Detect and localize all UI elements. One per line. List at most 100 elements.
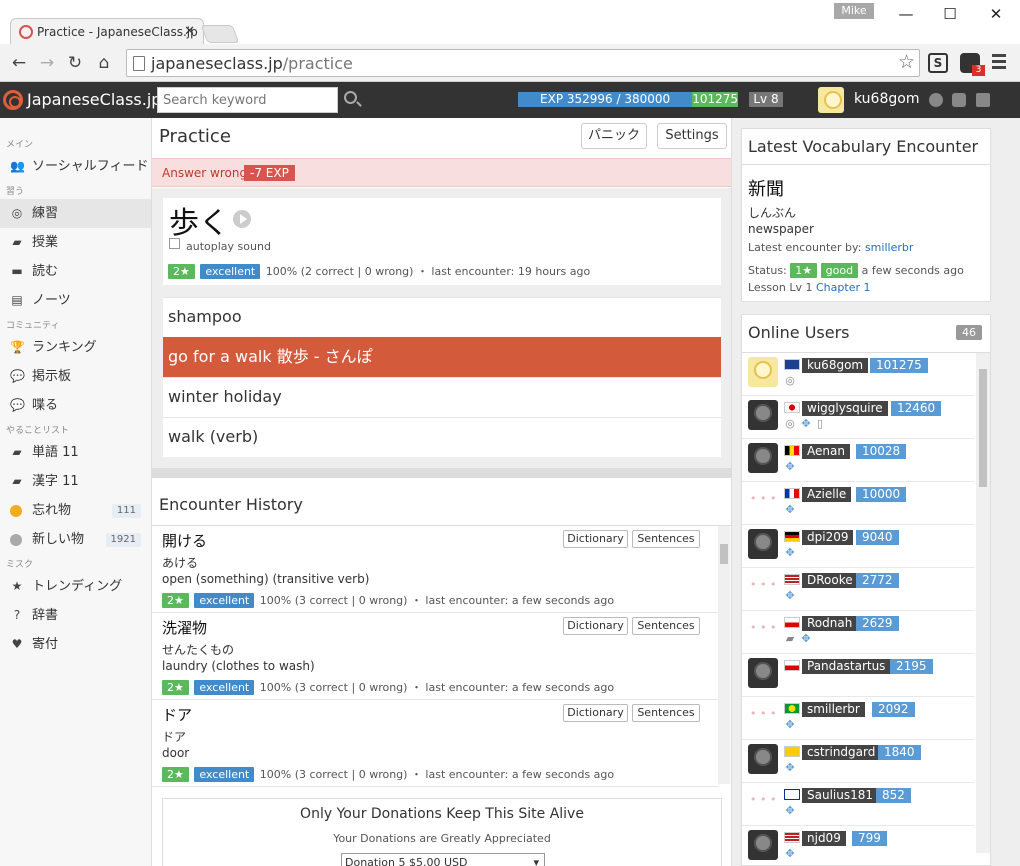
history-meaning: open (something) (transitive verb)	[162, 572, 370, 586]
sidebar-item-trending[interactable]: ★ トレンディング	[0, 572, 151, 601]
answer-choice-selected[interactable]: go for a walk 散歩 - さんぽ	[163, 337, 721, 377]
extension-s-icon[interactable]: S	[928, 53, 948, 73]
sentences-button[interactable]: Sentences	[632, 704, 700, 722]
online-user-row[interactable]: dpi209 9040 ✥	[742, 525, 974, 568]
online-user-row[interactable]: cstrindgard 1840 ✥	[742, 740, 974, 783]
sidebar-item-ranking[interactable]: 🏆 ランキング	[0, 333, 151, 362]
online-username[interactable]: Rodnah	[802, 616, 858, 631]
online-username[interactable]: dpi209	[802, 530, 854, 545]
flag-cz-icon	[784, 617, 800, 628]
sentences-button[interactable]: Sentences	[632, 530, 700, 548]
history-scrollbar[interactable]	[718, 526, 730, 784]
online-user-row[interactable]: Azielle 10000 ✥	[742, 482, 974, 525]
browser-menu-icon[interactable]	[992, 54, 1006, 72]
online-username[interactable]: Azielle	[802, 487, 852, 502]
sidebar-item-label: 喋る	[32, 398, 59, 413]
user-points: 2195	[890, 659, 933, 674]
brand-name[interactable]: JapaneseClass.jp	[27, 90, 161, 109]
logo-icon[interactable]	[3, 90, 23, 110]
online-username[interactable]: Aenan	[802, 444, 850, 459]
sidebar-item-words[interactable]: ▰ 単語 11	[0, 438, 151, 467]
sidebar-item-forgotten[interactable]: 忘れ物 111	[0, 496, 151, 525]
online-username[interactable]: Pandastartus	[802, 659, 891, 674]
online-username[interactable]: smillerbr	[802, 702, 865, 717]
close-window-icon[interactable]: ✕	[981, 4, 1011, 24]
answer-choice[interactable]: walk (verb)	[163, 417, 721, 457]
history-stats: 2★ excellent 100% (3 correct | 0 wrong) …	[162, 679, 614, 695]
forward-icon[interactable]: →	[36, 52, 58, 74]
move-icon: ✥	[801, 417, 811, 430]
lesson-label: Lesson Lv 1	[748, 281, 813, 294]
dictionary-button[interactable]: Dictionary	[563, 617, 628, 635]
dictionary-button[interactable]: Dictionary	[563, 704, 628, 722]
online-user-row[interactable]: smillerbr 2092 ✥	[742, 697, 974, 740]
status-circle-icon[interactable]	[929, 93, 943, 107]
bookmark-star-icon[interactable]: ☆	[898, 51, 915, 73]
scrollbar-thumb[interactable]	[720, 544, 728, 564]
header-username[interactable]: ku68gom	[854, 91, 919, 107]
donation-select[interactable]: Donation 5 $5.00 USD ▾	[341, 853, 545, 866]
sidebar-item-lessons[interactable]: ▰ 授業	[0, 228, 151, 257]
count-badge: 111	[111, 504, 141, 518]
back-icon[interactable]: ←	[8, 52, 30, 74]
online-users-scrollbar[interactable]	[976, 353, 990, 853]
search-input[interactable]	[157, 87, 338, 113]
online-user-row[interactable]: Rodnah 2629 ▰ ✥	[742, 611, 974, 654]
online-user-row[interactable]: Saulius181 852 ✥	[742, 783, 974, 826]
gear-icon[interactable]	[952, 93, 966, 107]
online-username[interactable]: wigglysquire	[802, 401, 888, 416]
sidebar-item-dictionary[interactable]: ? 辞書	[0, 601, 151, 630]
online-user-row[interactable]: ku68gom 101275 ◎	[742, 353, 974, 396]
sentences-button[interactable]: Sentences	[632, 617, 700, 635]
vocab-meaning: newspaper	[748, 222, 814, 236]
online-username[interactable]: DRooke	[802, 573, 858, 588]
reload-icon[interactable]: ↻	[64, 52, 86, 74]
online-username[interactable]: ku68gom	[802, 358, 869, 373]
play-sound-icon[interactable]	[233, 210, 251, 228]
online-username[interactable]: Saulius181	[802, 788, 879, 803]
panic-button[interactable]: パニック	[581, 123, 647, 149]
online-user-row[interactable]: Aenan 10028 ✥	[742, 439, 974, 482]
answer-choice[interactable]: shampoo	[163, 297, 721, 337]
maximize-icon[interactable]: ☐	[935, 4, 965, 24]
sidebar-item-kanji[interactable]: ▰ 漢字 11	[0, 467, 151, 496]
home-icon[interactable]: ⌂	[93, 52, 115, 74]
sidebar-item-donate[interactable]: ♥ 寄付	[0, 630, 151, 659]
sidebar-item-notes[interactable]: ▤ ノーツ	[0, 286, 151, 315]
profile-button[interactable]: Mike	[834, 3, 874, 19]
dictionary-button[interactable]: Dictionary	[563, 530, 628, 548]
scrollbar-thumb[interactable]	[979, 369, 987, 487]
online-user-row[interactable]: njd09 799 ✥	[742, 826, 974, 865]
settings-button[interactable]: Settings	[657, 123, 727, 149]
user-avatar	[748, 572, 778, 602]
book-icon: ▰	[785, 632, 795, 645]
sidebar-item-board[interactable]: 💬 掲示板	[0, 362, 151, 391]
sidebar-item-read[interactable]: ▬ 読む	[0, 257, 151, 286]
logout-icon[interactable]	[976, 93, 990, 107]
flag-se-icon	[784, 746, 800, 757]
address-bar[interactable]: japaneseclass.jp/practice ☆	[126, 49, 920, 77]
search-icon[interactable]	[344, 91, 357, 104]
sidebar-item-social-feed[interactable]: 👥 ソーシャルフィード	[0, 152, 151, 181]
answer-choice[interactable]: winter holiday	[163, 377, 721, 417]
autoplay-checkbox[interactable]	[169, 238, 180, 249]
flag-us-icon	[784, 574, 800, 585]
minimize-icon[interactable]: —	[891, 4, 921, 24]
online-username[interactable]: cstrindgard	[802, 745, 881, 760]
online-user-row[interactable]: Pandastartus 2195	[742, 654, 974, 697]
sidebar-item-practice[interactable]: ◎ 練習	[0, 199, 151, 228]
encounter-user-link[interactable]: smillerbr	[865, 241, 913, 254]
browser-toolbar: ← → ↻ ⌂ japaneseclass.jp/practice ☆ S	[0, 44, 1020, 82]
donation-subtitle: Your Donations are Greatly Appreciated	[333, 832, 551, 845]
online-user-row[interactable]: DRooke 2772 ✥	[742, 568, 974, 611]
move-icon: ✥	[785, 718, 795, 731]
sidebar-item-chat[interactable]: 💬 喋る	[0, 391, 151, 420]
online-user-row[interactable]: wigglysquire 12460 ◎ ✥ ▯	[742, 396, 974, 439]
new-tab-button[interactable]	[200, 25, 240, 43]
close-tab-icon[interactable]: ✕	[184, 19, 195, 44]
browser-tab[interactable]: Practice - JapaneseClass.jp ✕	[10, 18, 204, 44]
user-avatar[interactable]	[818, 87, 844, 113]
online-username[interactable]: njd09	[802, 831, 846, 846]
sidebar-item-new[interactable]: 新しい物 1921	[0, 525, 151, 554]
chapter-link[interactable]: Chapter 1	[816, 281, 870, 294]
